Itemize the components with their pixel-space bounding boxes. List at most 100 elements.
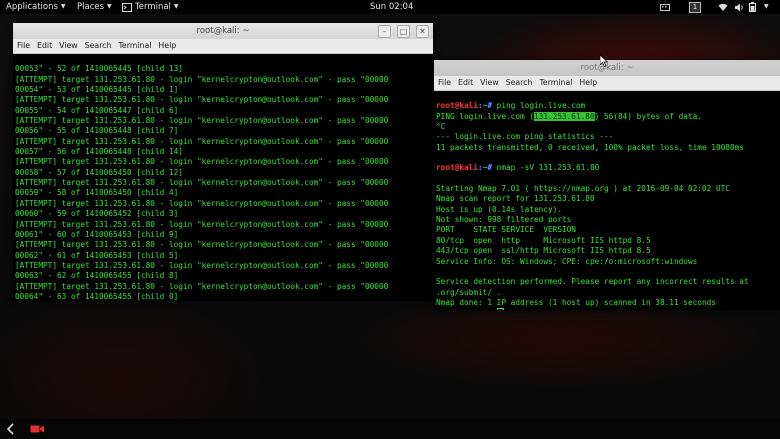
prompt-line: root@kali:~# ping login.live.com bbox=[436, 101, 780, 111]
output-line: 443/tcp open ssl/http Microsoft IIS http… bbox=[436, 246, 651, 256]
output-line: 00063" - 62 of 1410065455 [child 8] bbox=[15, 271, 179, 281]
screen-keyboard-icon[interactable] bbox=[660, 0, 670, 14]
output-line: [ATTEMPT] target 131.253.61.80 - login "… bbox=[15, 281, 389, 291]
mouse-pointer-icon bbox=[600, 55, 608, 67]
clock-label: Sun 02:04 bbox=[370, 2, 414, 12]
prompt-path: :~# bbox=[478, 101, 492, 111]
keyboard-icon bbox=[660, 3, 670, 11]
output-line: [ATTEMPT] target 131.253.61.80 - login "… bbox=[15, 178, 389, 188]
output-line: [ATTEMPT] target 131.253.61.80 - login "… bbox=[15, 260, 389, 270]
volume-icon[interactable] bbox=[734, 0, 744, 14]
prompt-path: :~# bbox=[478, 163, 492, 173]
wifi-icon[interactable] bbox=[718, 0, 728, 14]
menu-help[interactable]: Help bbox=[158, 39, 176, 53]
output-line: 00059" - 58 of 1410065450 [child 4] bbox=[15, 188, 179, 198]
output-line: PING login.live.com (131.253.61.80) 56(8… bbox=[436, 111, 780, 122]
output-line: PORT STATE SERVICE VERSION bbox=[436, 225, 576, 235]
output-line: [ATTEMPT] target 131.253.61.80 - login "… bbox=[15, 74, 389, 84]
window-title: root@kali: ~ bbox=[196, 26, 250, 36]
chevron-down-icon: ▼ bbox=[764, 3, 769, 10]
text-cursor bbox=[496, 308, 504, 310]
output-line: Nmap done: 1 IP address (1 host up) scan… bbox=[436, 297, 716, 307]
ping-text: PING login.live.com ( bbox=[436, 111, 534, 121]
output-line: [ATTEMPT] target 131.253.61.80 - login "… bbox=[15, 198, 389, 208]
applications-label: Applications bbox=[6, 2, 58, 12]
terminal-output[interactable]: 00053" - 52 of 1410065445 [child 13] [ATT… bbox=[13, 54, 433, 301]
output-line: [ATTEMPT] target 131.253.61.80 - login "… bbox=[15, 95, 389, 105]
places-label: Places bbox=[77, 2, 105, 12]
output-line: 00062" - 61 of 1410065453 [child 5] bbox=[15, 250, 179, 260]
command: ping login.live.com bbox=[492, 101, 586, 111]
menu-terminal[interactable]: Terminal bbox=[118, 39, 151, 53]
battery-icon[interactable] bbox=[749, 0, 756, 14]
output-line: .org/submit/ . bbox=[436, 287, 502, 297]
menu-terminal[interactable]: Terminal bbox=[539, 76, 572, 90]
terminal-window-hydra[interactable]: root@kali: ~ – □ ✕ File Edit View Search… bbox=[13, 23, 433, 301]
bottom-bar bbox=[0, 419, 780, 439]
applications-menu[interactable]: Applications ▼ bbox=[6, 0, 66, 14]
terminal-output[interactable]: root@kali:~# ping login.live.com PING log… bbox=[434, 91, 780, 310]
output-line: Starting Nmap 7.01 ( https://nmap.org ) … bbox=[436, 184, 730, 194]
power-menu[interactable]: ▼ bbox=[764, 0, 769, 14]
video-camera-icon[interactable] bbox=[30, 424, 45, 434]
terminal-window-nmap[interactable]: root@kali: ~ File Edit View Search Termi… bbox=[434, 60, 780, 310]
output-line: Service Info: OS: Windows; CPE: cpe:/o:m… bbox=[436, 256, 698, 266]
menu-edit[interactable]: Edit bbox=[37, 39, 52, 53]
menu-edit[interactable]: Edit bbox=[458, 76, 473, 90]
output-line: 00053" - 52 of 1410065445 [child 13] bbox=[15, 64, 183, 74]
output-line: [ATTEMPT] target 131.253.61.80 - login "… bbox=[15, 219, 389, 229]
menu-search[interactable]: Search bbox=[85, 39, 112, 53]
output-line: [ATTEMPT] target 131.253.61.80 - login "… bbox=[15, 240, 389, 250]
output-line: 00056" - 55 of 1410065448 [child 7] bbox=[15, 126, 179, 136]
output-line: 00057" - 56 of 1410065448 [child 14] bbox=[15, 147, 183, 157]
output-line: ^C bbox=[436, 122, 446, 132]
menu-view[interactable]: View bbox=[480, 76, 499, 90]
maximize-button[interactable]: □ bbox=[397, 25, 410, 38]
chevron-down-icon: ▼ bbox=[60, 3, 66, 10]
menu-view[interactable]: View bbox=[59, 39, 78, 53]
terminal-icon bbox=[122, 2, 132, 12]
highlighted-ip[interactable]: 131.253.61.80 bbox=[533, 111, 595, 121]
output-line: Not shown: 998 filtered ports bbox=[436, 215, 572, 225]
output-line: 00061" - 60 of 1410065453 [child 9] bbox=[15, 229, 179, 239]
chevron-down-icon: ▼ bbox=[173, 3, 179, 10]
window-titlebar[interactable]: root@kali: ~ – □ ✕ bbox=[13, 23, 433, 39]
output-line: 00055" - 54 of 1410065447 [child 6] bbox=[15, 105, 179, 115]
command: nmap -sV 131.253.61.80 bbox=[492, 163, 600, 173]
output-line: --- login.live.com ping statistics --- bbox=[436, 132, 614, 142]
close-button[interactable]: ✕ bbox=[416, 25, 429, 38]
workspace-number: 1 bbox=[689, 1, 701, 13]
output-line: 80/tcp open http Microsoft IIS httpd 8.5 bbox=[436, 235, 651, 245]
menu-bar: File Edit View Search Terminal Help bbox=[434, 76, 780, 91]
minimize-button[interactable]: – bbox=[378, 25, 391, 38]
menu-file[interactable]: File bbox=[438, 76, 451, 90]
back-arrow-icon[interactable] bbox=[6, 423, 16, 435]
menu-search[interactable]: Search bbox=[506, 76, 533, 90]
output-line: [ATTEMPT] target 131.253.61.80 - login "… bbox=[15, 157, 389, 167]
output-line: Service detection performed. Please repo… bbox=[436, 277, 749, 287]
output-line: 00058" - 57 of 1410065450 [child 12] bbox=[15, 167, 183, 177]
places-menu[interactable]: Places ▼ bbox=[77, 0, 112, 14]
output-line: 00060" - 59 of 1410065452 [child 3] bbox=[15, 209, 179, 219]
output-line: Host is up (0.14s latency). bbox=[436, 204, 562, 214]
output-line: Nmap scan report for 131.253.61.80 bbox=[436, 194, 595, 204]
output-line: [ATTEMPT] target 131.253.61.80 - login "… bbox=[15, 136, 389, 146]
prompt-user: root@kali bbox=[436, 101, 478, 111]
output-line: 00064" - 63 of 1410065455 [child 0] bbox=[15, 291, 179, 301]
menu-file[interactable]: File bbox=[17, 39, 30, 53]
menu-bar: File Edit View Search Terminal Help bbox=[13, 39, 433, 54]
top-panel: Applications ▼ Places ▼ Terminal ▼ Sun 0… bbox=[0, 0, 780, 14]
output-line: 11 packets transmitted, 0 received, 100%… bbox=[436, 142, 744, 152]
prompt-line: root@kali:~# nmap -sV 131.253.61.80 bbox=[436, 163, 780, 173]
clock[interactable]: Sun 02:04 bbox=[370, 0, 413, 14]
menu-help[interactable]: Help bbox=[579, 76, 597, 90]
prompt-line: root@kali:~# bbox=[436, 308, 780, 310]
prompt-user: root@kali bbox=[436, 163, 478, 173]
workspace-indicator[interactable]: 1 bbox=[689, 0, 701, 14]
terminal-app-label: Terminal bbox=[135, 2, 171, 12]
terminal-app-menu[interactable]: Terminal ▼ bbox=[122, 0, 179, 14]
chevron-down-icon: ▼ bbox=[107, 3, 112, 10]
